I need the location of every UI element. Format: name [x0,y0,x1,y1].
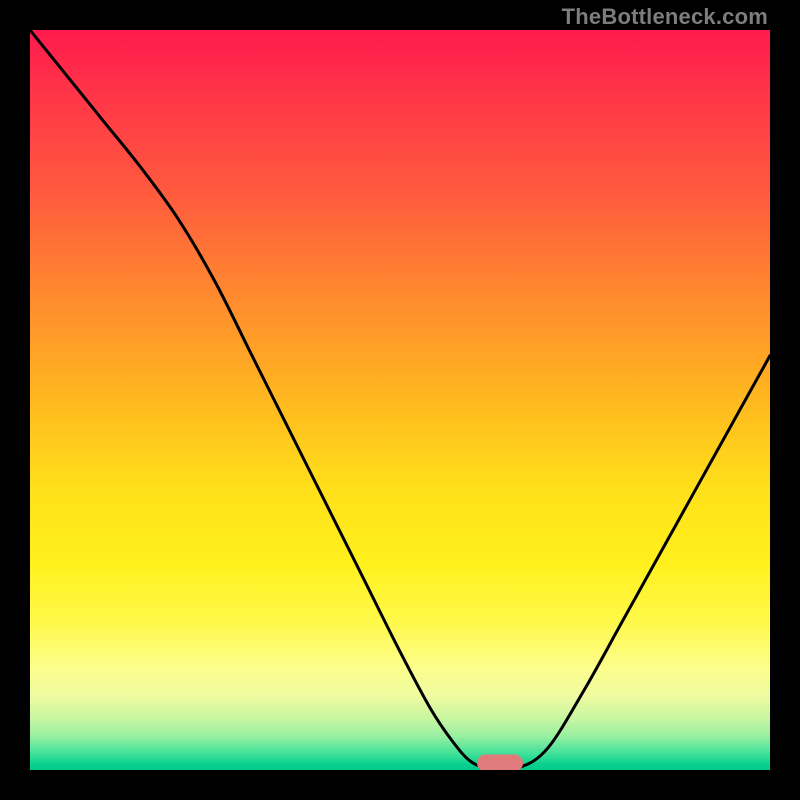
chart-frame: TheBottleneck.com [0,0,800,800]
watermark-text: TheBottleneck.com [562,4,768,30]
plot-area [30,30,770,770]
bottleneck-curve [30,30,770,770]
optimal-point-marker [477,755,523,770]
